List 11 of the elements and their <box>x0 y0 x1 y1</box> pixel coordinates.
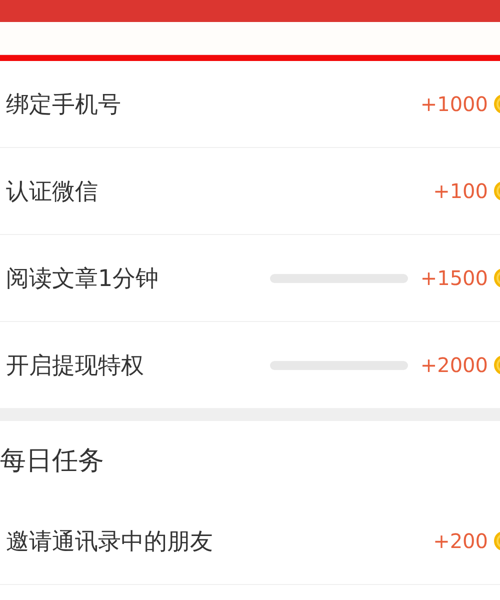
reward-amount: +100 <box>433 179 488 203</box>
task-label: 绑定手机号 <box>6 90 122 120</box>
task-label: 邀请通讯录中的朋友 <box>6 528 214 556</box>
task-label: 开启提现特权 <box>6 352 145 380</box>
task-label: 认证微信 <box>6 178 99 206</box>
reward-amount: +1000 <box>420 92 488 116</box>
section-title: 每日任务 <box>0 445 105 478</box>
reward-amount: +2000 <box>420 353 488 377</box>
reward-amount: +200 <box>433 529 488 553</box>
reward-amount: +1500 <box>420 266 488 290</box>
task-label: 阅读文章1分钟 <box>6 264 160 294</box>
